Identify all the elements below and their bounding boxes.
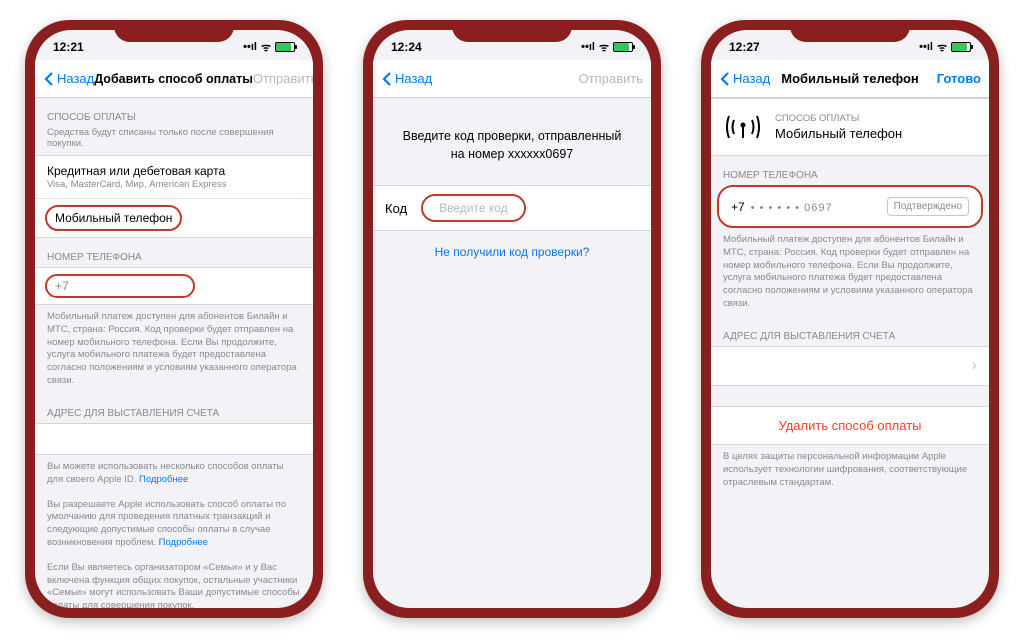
section-payment-sub: Средства будут списаны только после сове… <box>35 127 313 155</box>
phone-confirmed-row[interactable]: +7 • • • • • • 0697 Подтверждено <box>717 185 983 228</box>
confirmed-badge: Подтверждено <box>887 197 969 216</box>
nav-bar: Назад Отправить <box>373 60 651 98</box>
phone-prefix: +7 <box>55 279 69 293</box>
battery-icon <box>613 42 633 52</box>
code-input[interactable]: Введите код <box>421 194 526 222</box>
chevron-left-icon <box>381 71 393 87</box>
chevron-right-icon: › <box>972 357 977 375</box>
phone-footer: Мобильный платеж доступен для абонентов … <box>35 305 313 394</box>
back-label: Назад <box>395 71 432 86</box>
phone-masked: • • • • • • 0697 <box>751 202 833 214</box>
phone-group: +7 <box>35 267 313 305</box>
payment-methods: Кредитная или дебетовая карта Visa, Mast… <box>35 155 313 238</box>
footer-3: Если Вы являетесь организатором «Семьи» … <box>35 556 313 608</box>
battery-icon <box>275 42 295 52</box>
chevron-left-icon <box>43 71 55 87</box>
screen-1: 12:21 ••ıl ᯤ Назад Добавить способ оплат… <box>35 30 313 608</box>
method-label: СПОСОБ ОПЛАТЫ <box>775 113 902 124</box>
phone-input-highlight: +7 <box>45 274 195 298</box>
footer-1: Вы можете использовать несколько способо… <box>35 455 313 493</box>
phone-3: 12:27 ••ıl ᯤ Назад Мобильный телефон Гот… <box>701 20 999 618</box>
card-sub: Visa, MasterCard, Мир, American Express <box>47 179 301 190</box>
resend-section: Не получили код проверки? <box>373 231 651 273</box>
delete-payment-button[interactable]: Удалить способ оплаты <box>711 406 989 445</box>
notch <box>790 20 910 42</box>
section-billing: АДРЕС ДЛЯ ВЫСТАВЛЕНИЯ СЧЕТА <box>35 394 313 423</box>
payment-mobile-cell[interactable]: Мобильный телефон <box>35 199 313 237</box>
wifi-icon: ᯤ <box>599 40 609 55</box>
content: Введите код проверки, отправленный на но… <box>373 98 651 273</box>
notch <box>452 20 572 42</box>
back-label: Назад <box>733 71 770 86</box>
nav-bar: Назад Добавить способ оплаты Отправить <box>35 60 313 98</box>
back-label: Назад <box>57 71 94 86</box>
current-method: СПОСОБ ОПЛАТЫ Мобильный телефон <box>711 98 989 156</box>
chevron-left-icon <box>719 71 731 87</box>
section-phone: НОМЕР ТЕЛЕФОНА <box>35 238 313 267</box>
done-button[interactable]: Готово <box>937 71 981 86</box>
mobile-title: Мобильный телефон <box>55 211 172 225</box>
method-value: Мобильный телефон <box>775 126 902 141</box>
screen-2: 12:24 ••ıl ᯤ Назад Отправить Введите код… <box>373 30 651 608</box>
code-label: Код <box>385 201 407 216</box>
phone-prefix: +7 <box>731 200 745 214</box>
billing-row[interactable]: › <box>711 346 989 386</box>
method-text: СПОСОБ ОПЛАТЫ Мобильный телефон <box>775 113 902 141</box>
status-time: 12:27 <box>729 40 760 54</box>
cellular-icon: ••ıl <box>919 41 933 53</box>
back-button[interactable]: Назад <box>719 71 770 87</box>
submit-button[interactable]: Отправить <box>579 71 643 86</box>
phone-2: 12:24 ••ıl ᯤ Назад Отправить Введите код… <box>363 20 661 618</box>
notch <box>114 20 234 42</box>
nav-title: Мобильный телефон <box>781 71 919 86</box>
cellular-icon: ••ıl <box>243 41 257 53</box>
learn-more-2[interactable]: Подробнее <box>159 537 208 548</box>
status-right: ••ıl ᯤ <box>581 40 633 55</box>
back-button[interactable]: Назад <box>381 71 432 87</box>
submit-button[interactable]: Отправить <box>253 71 313 86</box>
screen-3: 12:27 ••ıl ᯤ Назад Мобильный телефон Гот… <box>711 30 989 608</box>
status-right: ••ıl ᯤ <box>919 40 971 55</box>
antenna-icon <box>723 111 763 143</box>
section-payment-method: СПОСОБ ОПЛАТЫ <box>35 98 313 127</box>
footer-2: Вы разрешаете Apple использовать способ … <box>35 493 313 556</box>
section-billing: АДРЕС ДЛЯ ВЫСТАВЛЕНИЯ СЧЕТА <box>711 317 989 346</box>
card-title: Кредитная или дебетовая карта <box>47 164 301 178</box>
wifi-icon: ᯤ <box>261 40 271 55</box>
nav-bar: Назад Мобильный телефон Готово <box>711 60 989 98</box>
code-input-row[interactable]: Код Введите код <box>373 185 651 231</box>
mobile-highlight: Мобильный телефон <box>45 205 182 231</box>
learn-more-1[interactable]: Подробнее <box>139 474 188 485</box>
nav-title: Добавить способ оплаты <box>94 72 253 86</box>
back-button[interactable]: Назад <box>43 71 94 87</box>
phone-footer: Мобильный платеж доступен для абонентов … <box>711 228 989 317</box>
security-footer: В целях защиты персональной информации A… <box>711 445 989 495</box>
status-right: ••ıl ᯤ <box>243 40 295 55</box>
phone-1: 12:21 ••ıl ᯤ Назад Добавить способ оплат… <box>25 20 323 618</box>
status-time: 12:21 <box>53 40 84 54</box>
phone-input-cell[interactable]: +7 <box>35 268 313 304</box>
content: СПОСОБ ОПЛАТЫ Мобильный телефон НОМЕР ТЕ… <box>711 98 989 495</box>
verification-prompt: Введите код проверки, отправленный на но… <box>373 98 651 185</box>
section-phone: НОМЕР ТЕЛЕФОНА <box>711 156 989 185</box>
resend-link[interactable]: Не получили код проверки? <box>435 245 590 259</box>
status-time: 12:24 <box>391 40 422 54</box>
wifi-icon: ᯤ <box>937 40 947 55</box>
content: СПОСОБ ОПЛАТЫ Средства будут списаны тол… <box>35 98 313 608</box>
battery-icon <box>951 42 971 52</box>
payment-card-cell[interactable]: Кредитная или дебетовая карта Visa, Mast… <box>35 156 313 199</box>
billing-group[interactable] <box>35 423 313 455</box>
cellular-icon: ••ıl <box>581 41 595 53</box>
